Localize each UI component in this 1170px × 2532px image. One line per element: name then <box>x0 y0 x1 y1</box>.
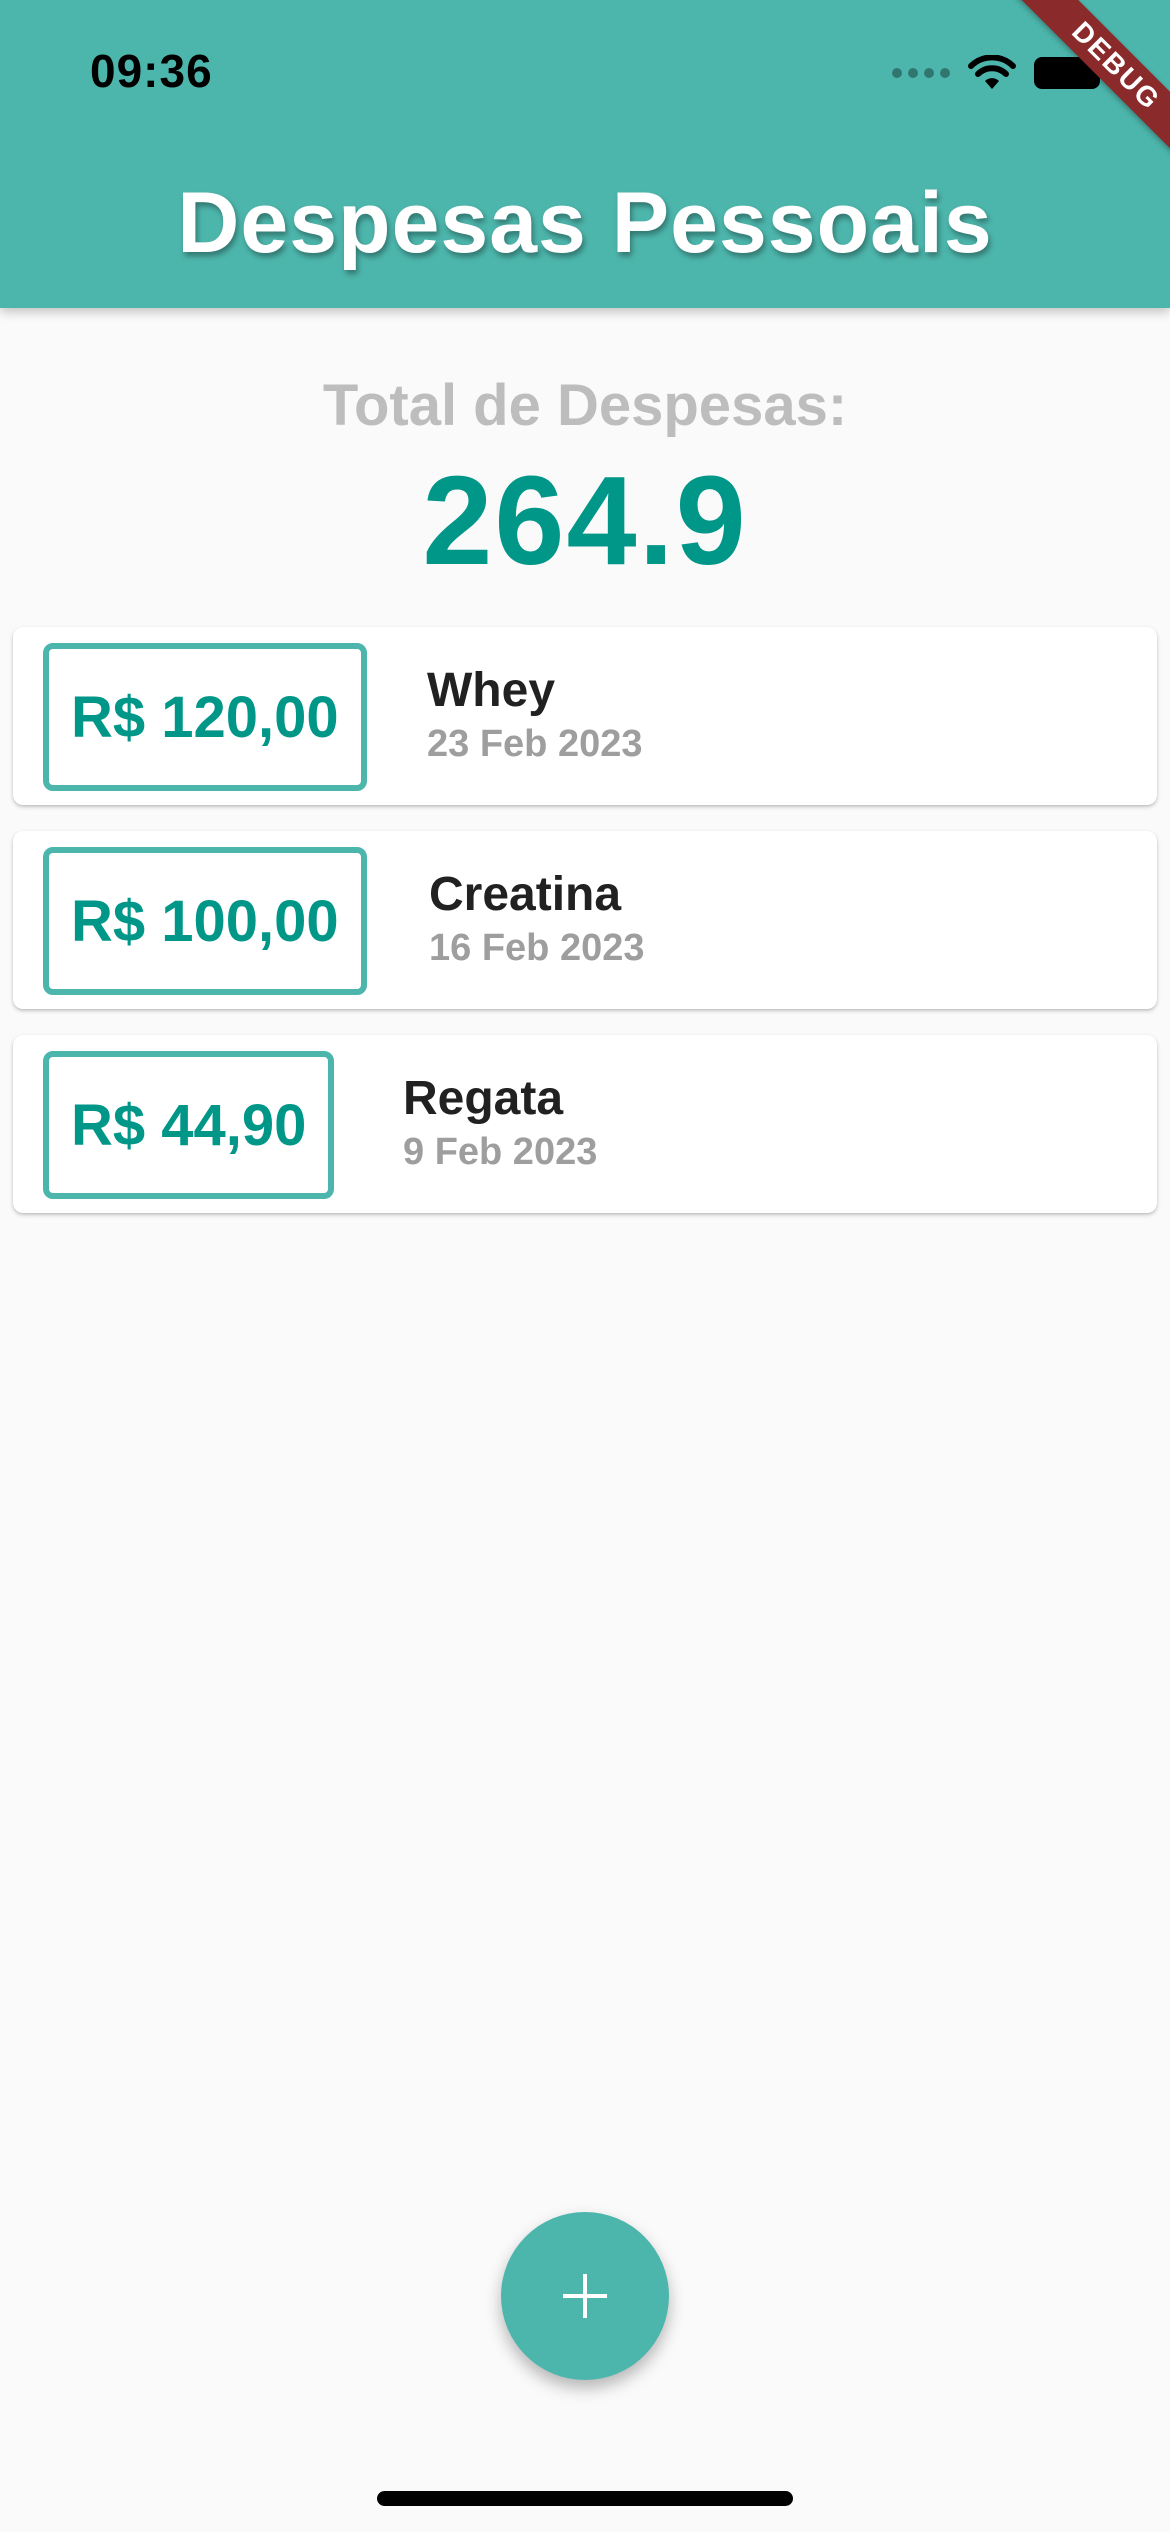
app-bar: 09:36 DEBUG Despesas Pessoais <box>0 0 1170 308</box>
transaction-title: Creatina <box>429 868 622 921</box>
transaction-date: 9 Feb 2023 <box>403 1131 598 1173</box>
transaction-date: 23 Feb 2023 <box>427 723 643 765</box>
transaction-title: Regata <box>403 1072 564 1125</box>
plus-icon <box>563 2274 607 2318</box>
transaction-card[interactable]: R$ 120,00 Whey 23 Feb 2023 <box>13 627 1157 805</box>
transaction-amount: R$ 120,00 <box>43 643 367 791</box>
cellular-signal-icon <box>892 68 950 78</box>
status-time: 09:36 <box>90 45 213 97</box>
app-title: Despesas Pessoais <box>177 175 993 271</box>
transaction-card[interactable]: R$ 44,90 Regata 9 Feb 2023 <box>13 1035 1157 1213</box>
status-icons <box>892 50 1107 96</box>
transaction-amount: R$ 100,00 <box>43 847 367 995</box>
add-transaction-button[interactable] <box>501 2212 669 2380</box>
home-indicator <box>377 2491 793 2506</box>
total-value: 264.9 <box>422 450 748 591</box>
transaction-card[interactable]: R$ 100,00 Creatina 16 Feb 2023 <box>13 831 1157 1009</box>
wifi-icon <box>968 55 1016 91</box>
transaction-list: R$ 120,00 Whey 23 Feb 2023 R$ 100,00 Cre… <box>13 627 1157 1239</box>
total-label: Total de Despesas: <box>322 373 848 438</box>
transaction-amount: R$ 44,90 <box>43 1051 335 1199</box>
transaction-date: 16 Feb 2023 <box>429 927 645 969</box>
transaction-title: Whey <box>427 664 556 717</box>
